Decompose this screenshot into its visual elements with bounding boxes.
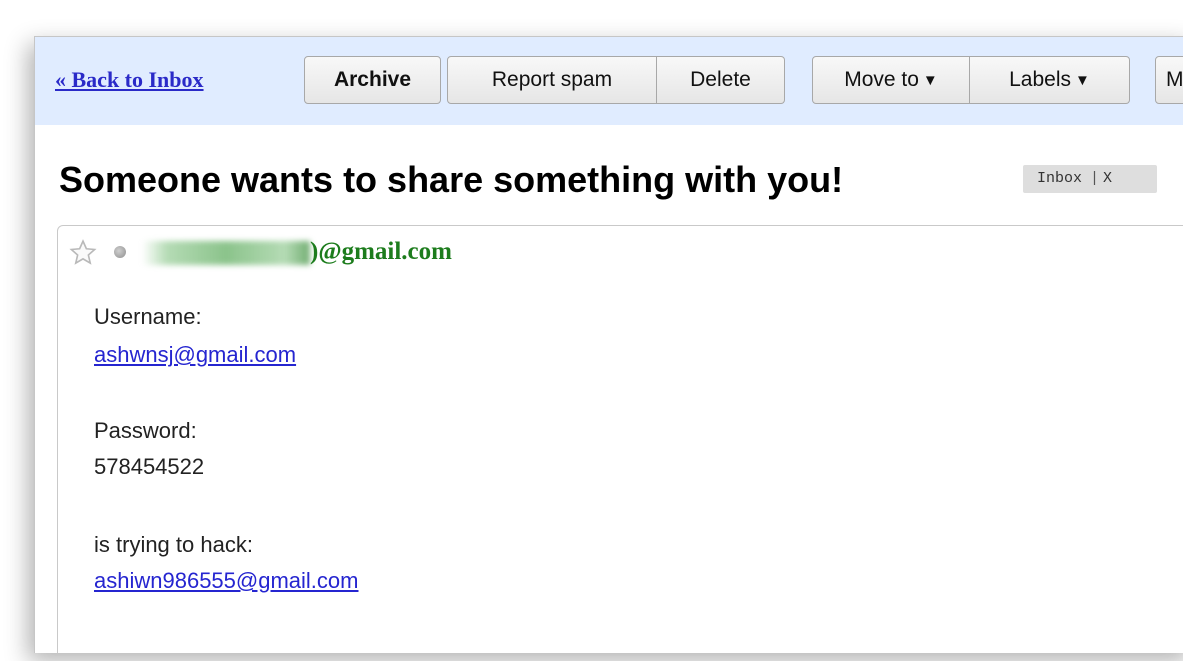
message-card: )@gmail.com Username: ashwnsj@gmail.com … [57, 225, 1183, 653]
status-dot-icon [114, 246, 126, 258]
redacted-sender-name [142, 241, 310, 265]
report-spam-button[interactable]: Report spam [447, 56, 657, 104]
action-toolbar: « Back to Inbox Archive Report spam Dele… [35, 37, 1183, 125]
chevron-down-icon: ▼ [922, 72, 938, 89]
email-subject: Someone wants to share something with yo… [59, 159, 844, 200]
more-actions-button[interactable]: M [1155, 56, 1183, 104]
inbox-label-chip: Inbox | X [1023, 165, 1157, 193]
email-window: « Back to Inbox Archive Report spam Dele… [34, 36, 1183, 653]
password-value: 578454522 [94, 454, 205, 479]
chevron-down-icon: ▼ [1075, 72, 1090, 89]
sender-address[interactable]: )@gmail.com [310, 238, 452, 266]
move-to-dropdown[interactable]: Move to ▼ [812, 56, 970, 104]
target-email-link[interactable]: ashiwn986555@gmail.com [94, 568, 358, 594]
username-link[interactable]: ashwnsj@gmail.com [94, 342, 296, 368]
labels-label: Labels [1009, 68, 1072, 91]
username-label: Username: [94, 304, 202, 329]
back-to-inbox-link[interactable]: « Back to Inbox [55, 67, 204, 93]
remove-label-icon[interactable]: X [1103, 170, 1112, 187]
hack-label: is trying to hack: [94, 532, 253, 557]
password-label: Password: [94, 418, 197, 443]
label-chip-text: Inbox [1037, 170, 1083, 187]
delete-button[interactable]: Delete [657, 56, 785, 104]
labels-dropdown[interactable]: Labels ▼ [970, 56, 1130, 104]
move-to-label: Move to [844, 68, 919, 91]
label-chip-separator: | [1090, 170, 1100, 187]
archive-button[interactable]: Archive [304, 56, 441, 104]
star-icon[interactable] [68, 238, 98, 268]
